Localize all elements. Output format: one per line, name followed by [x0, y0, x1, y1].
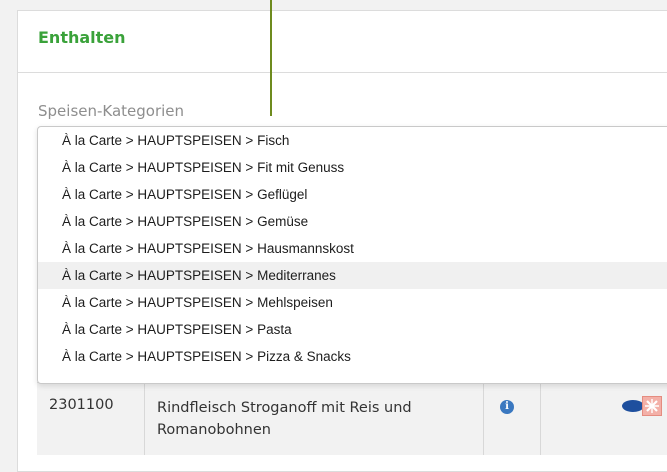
- vertical-guide-line: [270, 0, 272, 116]
- category-dropdown: À la Carte > HAUPTSPEISEN > Fisch À la C…: [37, 126, 667, 384]
- dropdown-item-gefluegel[interactable]: À la Carte > HAUPTSPEISEN > Geflügel: [38, 181, 667, 208]
- info-icon[interactable]: i: [500, 400, 514, 414]
- dish-name: Rindfleisch Stroganoff mit Reis und Roma…: [157, 400, 412, 438]
- panel-title: Enthalten: [38, 28, 126, 47]
- dropdown-item-fit-mit-genuss[interactable]: À la Carte > HAUPTSPEISEN > Fit mit Genu…: [38, 154, 667, 181]
- red-cross-badge-icon: [642, 396, 662, 416]
- dish-code: 2301100: [49, 397, 114, 413]
- table-row[interactable]: 2301100 Rindfleisch Stroganoff mit Reis …: [37, 382, 667, 455]
- dropdown-item-fisch[interactable]: À la Carte > HAUPTSPEISEN > Fisch: [38, 127, 667, 154]
- dropdown-item-mediterranes[interactable]: À la Carte > HAUPTSPEISEN > Mediterranes: [38, 262, 667, 289]
- column-divider: [483, 383, 484, 455]
- dropdown-item-pasta[interactable]: À la Carte > HAUPTSPEISEN > Pasta: [38, 316, 667, 343]
- column-divider: [540, 383, 541, 455]
- blue-oval-badge-icon: [622, 400, 644, 412]
- column-divider: [144, 383, 145, 455]
- dropdown-item-pizza-snacks[interactable]: À la Carte > HAUPTSPEISEN > Pizza & Snac…: [38, 343, 667, 370]
- dropdown-item-hausmannskost[interactable]: À la Carte > HAUPTSPEISEN > Hausmannskos…: [38, 235, 667, 262]
- dropdown-item-mehlspeisen[interactable]: À la Carte > HAUPTSPEISEN > Mehlspeisen: [38, 289, 667, 316]
- dropdown-item-gemuese[interactable]: À la Carte > HAUPTSPEISEN > Gemüse: [38, 208, 667, 235]
- panel-header: Enthalten: [18, 11, 667, 73]
